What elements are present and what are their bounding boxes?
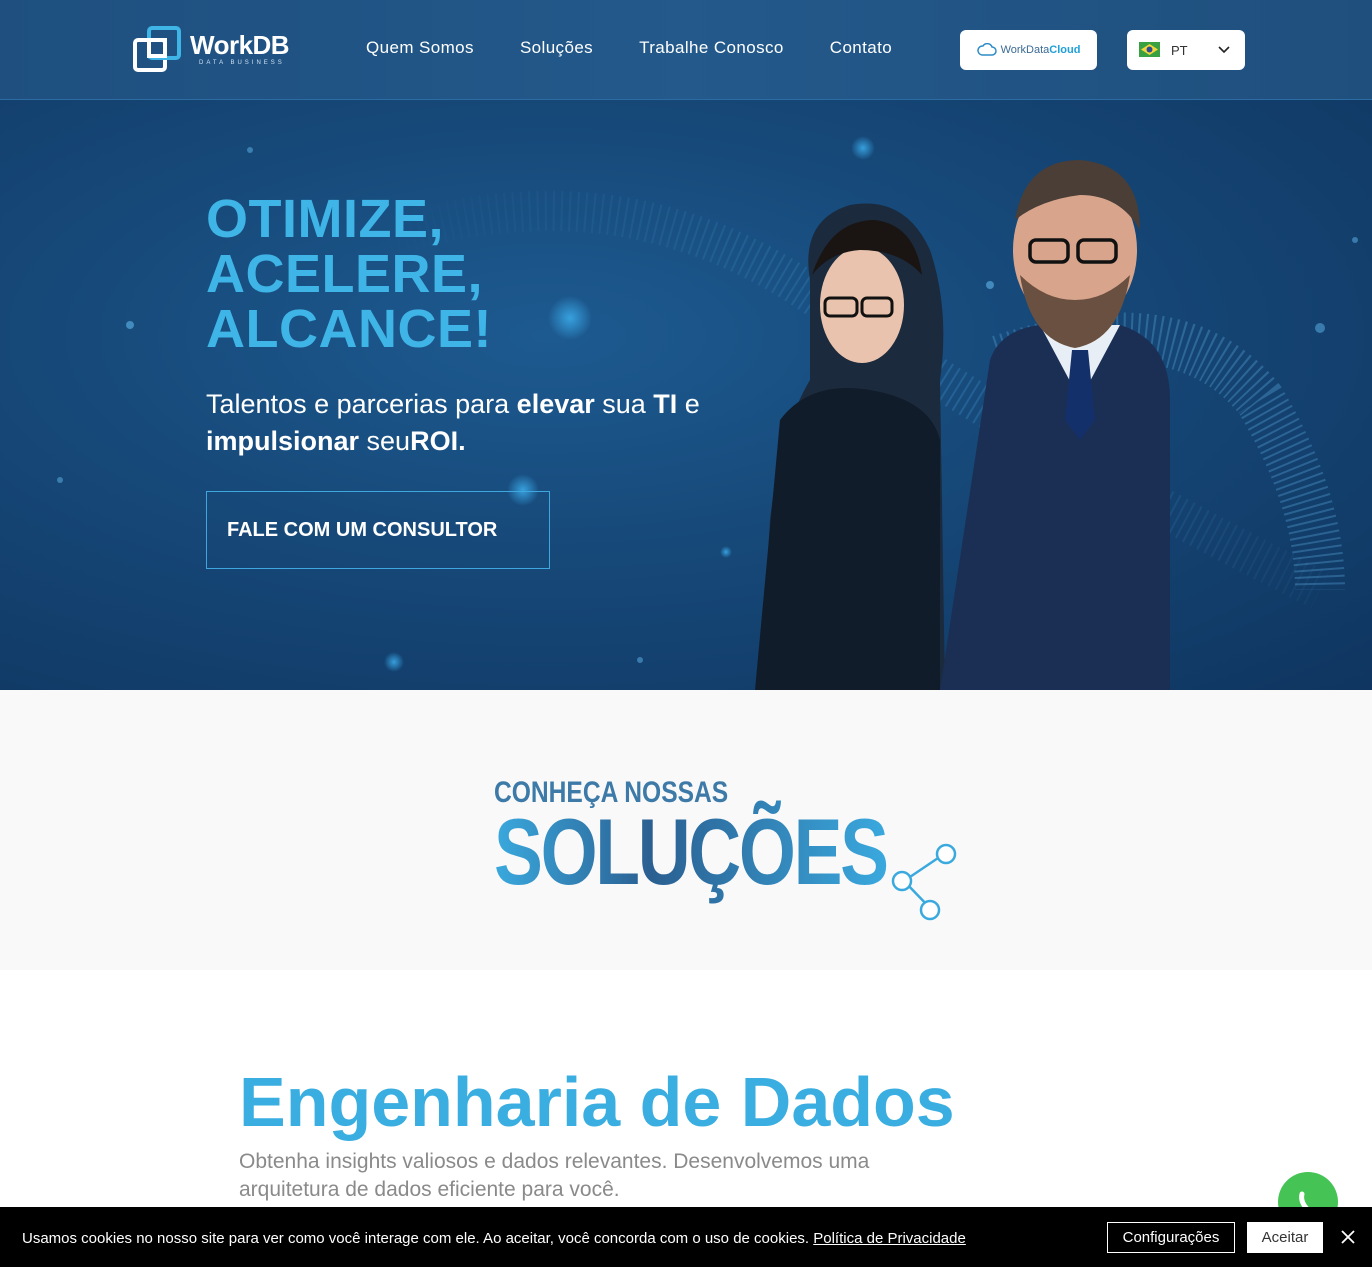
hero-headline-line-2: ACELERE, <box>206 244 484 304</box>
hero-section: OTIMIZE, ACELERE, ALCANCE! Talentos e pa… <box>0 100 1372 690</box>
data-engineering-description: Obtenha insights valiosos e dados releva… <box>239 1150 870 1201</box>
hero-subtitle-bold: TI <box>653 389 678 419</box>
hero-subtitle-text: Talentos e parcerias para <box>206 389 517 419</box>
share-network-icon <box>891 843 957 921</box>
cookie-settings-button[interactable]: Configurações <box>1107 1222 1235 1253</box>
privacy-policy-link[interactable]: Política de Privacidade <box>813 1230 966 1247</box>
hero-subtitle-text: e <box>677 389 700 419</box>
hero-headline-line-1: OTIMIZE, <box>206 189 444 249</box>
workdatacloud-button[interactable]: WorkData Cloud <box>960 30 1097 70</box>
cloud-icon <box>976 43 997 56</box>
solutions-intro-band: CONHEÇA NOSSAS SOLUÇÕES <box>0 690 1372 970</box>
workdb-logo[interactable]: WorkDB DATA BUSINESS <box>133 26 303 74</box>
cookie-consent-bar: Usamos cookies no nosso site para ver co… <box>0 1207 1372 1267</box>
hero-subtitle-text: seu <box>359 426 411 456</box>
menu-item-solucoes[interactable]: Soluções <box>520 38 593 58</box>
menu-item-contato[interactable]: Contato <box>830 38 892 58</box>
hero-subtitle-bold: ROI. <box>410 426 466 456</box>
consultant-cta-button[interactable]: FALE COM UM CONSULTOR <box>206 491 550 569</box>
hero-headline: OTIMIZE, ACELERE, ALCANCE! <box>206 192 492 357</box>
menu-item-trabalhe-conosco[interactable]: Trabalhe Conosco <box>639 38 784 58</box>
brazil-flag-icon <box>1139 42 1160 57</box>
top-navbar: WorkDB DATA BUSINESS Quem Somos Soluções… <box>0 0 1372 100</box>
cookie-accept-button[interactable]: Aceitar <box>1247 1222 1323 1253</box>
cookie-message-text: Usamos cookies no nosso site para ver co… <box>22 1230 814 1247</box>
logo-name: WorkDB <box>190 30 290 60</box>
cloud-button-accent: Cloud <box>1049 44 1081 56</box>
logo-tagline: DATA BUSINESS <box>199 60 285 66</box>
close-icon[interactable] <box>1339 1228 1357 1246</box>
logo-mark-icon <box>133 26 181 72</box>
cookie-message: Usamos cookies no nosso site para ver co… <box>22 1230 966 1247</box>
hero-subtitle-bold: elevar <box>516 389 595 419</box>
main-menu: Quem Somos Soluções Trabalhe Conosco Con… <box>366 38 938 58</box>
hero-subtitle: Talentos e parcerias para elevar sua TI … <box>206 386 766 460</box>
language-code: PT <box>1171 43 1188 58</box>
chevron-down-icon <box>1218 46 1230 54</box>
language-selector[interactable]: PT <box>1127 30 1245 70</box>
solutions-title: SOLUÇÕES <box>494 799 889 904</box>
hero-people-image <box>755 160 1170 690</box>
menu-item-quem-somos[interactable]: Quem Somos <box>366 38 474 58</box>
cloud-button-label: WorkData <box>1000 44 1050 56</box>
data-engineering-title: Engenharia de Dados <box>239 1063 955 1141</box>
hero-headline-line-3: ALCANCE! <box>206 299 492 359</box>
hero-subtitle-bold: impulsionar <box>206 426 360 456</box>
hero-subtitle-text: sua <box>594 389 654 419</box>
